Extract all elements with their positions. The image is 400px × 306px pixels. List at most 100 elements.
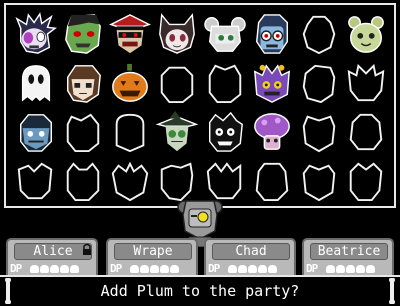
skull-pip-icon <box>140 265 149 273</box>
skull-pip-icon <box>130 265 139 273</box>
skull-pip-icon <box>366 265 375 273</box>
character-locked-slot[interactable] <box>343 156 390 205</box>
party-slot-2[interactable]: Wrape DP <box>106 238 198 278</box>
character-grid <box>12 9 390 205</box>
character-locked-slot[interactable] <box>296 156 343 205</box>
character-locked-slot[interactable] <box>107 107 154 156</box>
skull-pip-icon <box>60 265 69 273</box>
jack-o-lantern-icon <box>112 63 149 102</box>
locked-silhouette-icon <box>255 162 289 201</box>
party-member-name: Chad <box>212 243 290 260</box>
locked-silhouette-icon <box>66 113 100 152</box>
character-green-bear[interactable] <box>343 9 390 58</box>
party-member-name: Beatrice <box>310 243 388 260</box>
bone-ornament-icon <box>5 278 11 304</box>
character-locked-slot[interactable] <box>296 58 343 107</box>
locked-silhouette-icon <box>302 115 336 152</box>
character-select-panel <box>4 3 396 208</box>
locked-silhouette-icon <box>17 162 52 199</box>
dp-pips <box>326 265 375 273</box>
character-locked-slot[interactable] <box>154 58 201 107</box>
skull-pip-icon <box>258 265 267 273</box>
blue-zombie-icon <box>19 113 52 152</box>
skull-pip-icon <box>268 265 277 273</box>
skull-pip-icon <box>40 265 49 273</box>
twin-bun-girl-icon <box>203 16 246 52</box>
character-green-witch[interactable] <box>154 107 201 156</box>
white-ghost-icon <box>21 64 50 102</box>
lock-icon <box>83 243 91 255</box>
character-blue-glasses-kid[interactable] <box>248 9 295 58</box>
party-member-name: Alice <box>14 243 92 260</box>
character-locked-slot[interactable] <box>343 107 390 156</box>
locked-silhouette-icon <box>161 66 194 103</box>
party-member-name: Wrape <box>114 243 192 260</box>
dp-pips <box>30 265 79 273</box>
character-locked-slot[interactable] <box>107 156 154 205</box>
character-brown-hair-kid[interactable] <box>59 58 106 107</box>
green-witch-icon <box>155 110 199 151</box>
character-locked-slot[interactable] <box>59 156 106 205</box>
blue-glasses-kid-icon <box>255 13 288 54</box>
skull-pip-icon <box>150 265 159 273</box>
brown-hair-kid-icon <box>66 64 101 103</box>
locked-silhouette-icon <box>350 162 383 201</box>
party-slot-4[interactable]: Beatrice DP <box>302 238 394 278</box>
locked-silhouette-icon <box>111 161 149 201</box>
locked-silhouette-icon <box>350 113 383 150</box>
dp-label: DP <box>306 262 318 275</box>
character-locked-slot[interactable] <box>12 156 59 205</box>
character-red-hat-vampire[interactable] <box>107 9 154 58</box>
green-bear-icon <box>348 15 385 53</box>
prompt-text: Add Plum to the party? <box>100 282 300 300</box>
party-slot-3[interactable]: Chad DP <box>204 238 296 278</box>
locked-silhouette-icon <box>66 161 100 201</box>
party-slot-1[interactable]: Alice DP <box>6 238 98 278</box>
skull-pip-icon <box>160 265 169 273</box>
character-purple-mushroom[interactable] <box>248 107 295 156</box>
skull-pip-icon <box>238 265 247 273</box>
character-cat-eared-girl[interactable] <box>154 9 201 58</box>
skull-pip-icon <box>248 265 257 273</box>
character-jack-o-lantern[interactable] <box>107 58 154 107</box>
bone-ornament-icon <box>389 278 395 304</box>
spiky-purple-kid-icon <box>15 11 57 54</box>
character-locked-slot[interactable] <box>296 107 343 156</box>
skull-pip-icon <box>228 265 237 273</box>
party-bar: Alice DP Wrape DP Chad DP Beatrice DP <box>0 238 400 278</box>
character-black-shadow[interactable] <box>201 107 248 156</box>
character-twin-bun-girl[interactable] <box>201 9 248 58</box>
character-blue-zombie[interactable] <box>12 107 59 156</box>
red-hat-vampire-icon <box>109 13 152 53</box>
character-locked-slot[interactable] <box>201 58 248 107</box>
skull-pip-icon <box>326 265 335 273</box>
dp-pips <box>228 265 277 273</box>
character-locked-slot[interactable] <box>296 9 343 58</box>
dp-label: DP <box>110 262 122 275</box>
character-green-zombie[interactable] <box>59 9 106 58</box>
skull-pip-icon <box>70 265 79 273</box>
black-shadow-icon <box>208 111 243 152</box>
character-purple-monster[interactable] <box>248 58 295 107</box>
locked-silhouette-icon <box>302 64 336 103</box>
character-white-ghost[interactable] <box>12 58 59 107</box>
skull-pip-icon <box>346 265 355 273</box>
character-locked-slot[interactable] <box>248 156 295 205</box>
locked-silhouette-icon <box>208 64 241 103</box>
dp-pips <box>130 265 179 273</box>
locked-silhouette-icon <box>302 164 336 201</box>
purple-mushroom-icon <box>253 112 290 150</box>
locked-silhouette-icon <box>302 15 336 54</box>
character-spiky-purple-kid[interactable] <box>12 9 59 58</box>
character-locked-slot[interactable] <box>343 58 390 107</box>
dp-label: DP <box>10 262 22 275</box>
locked-silhouette-icon <box>115 113 145 152</box>
purple-monster-icon <box>253 63 290 103</box>
locked-silhouette-icon <box>348 63 385 101</box>
character-locked-slot[interactable] <box>59 107 106 156</box>
confirm-prompt[interactable]: Add Plum to the party? <box>0 275 400 306</box>
skull-pip-icon <box>30 265 39 273</box>
skull-pip-icon <box>170 265 179 273</box>
cat-eared-girl-icon <box>159 12 196 54</box>
skull-pip-icon <box>50 265 59 273</box>
